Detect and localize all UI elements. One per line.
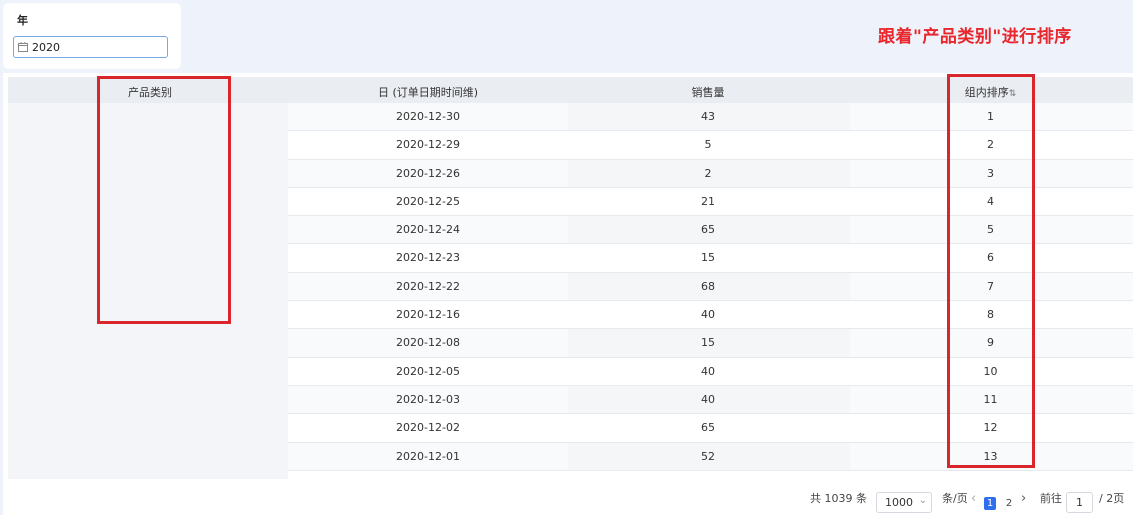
date-cell: 2020-12-25 — [396, 194, 460, 208]
total-count: 共 1039 条 — [810, 492, 867, 505]
quantity-cell: 68 — [701, 279, 715, 293]
page-2-button[interactable]: 2 — [1003, 497, 1015, 510]
per-page-label: 条/页 — [942, 492, 968, 505]
date-cell: 2020-12-05 — [396, 364, 460, 378]
header-quantity[interactable]: 销售量 — [568, 84, 848, 100]
quantity-cell: 40 — [701, 308, 715, 322]
highlight-box-category — [97, 76, 231, 324]
page-size-select[interactable]: 1000 ⌄ — [876, 492, 932, 513]
quantity-cell: 65 — [701, 223, 715, 237]
date-cell: 2020-12-08 — [396, 336, 460, 350]
chevron-down-icon: ⌄ — [918, 495, 927, 506]
quantity-cell: 40 — [701, 392, 715, 406]
year-input[interactable]: 2020 — [13, 36, 168, 58]
page-size-value: 1000 — [885, 496, 913, 509]
quantity-cell: 65 — [701, 421, 715, 435]
goto-label: 前往 — [1040, 492, 1062, 505]
goto-page-input[interactable]: 1 — [1066, 492, 1093, 513]
date-cell: 2020-12-29 — [396, 138, 460, 152]
quantity-cell: 40 — [701, 364, 715, 378]
date-cell: 2020-12-26 — [396, 166, 460, 180]
quantity-cell: 15 — [701, 251, 715, 265]
date-cell: 2020-12-16 — [396, 308, 460, 322]
date-cell: 2020-12-02 — [396, 421, 460, 435]
sort-annotation: 跟着"产品类别"进行排序 — [878, 27, 1072, 47]
quantity-cell: 15 — [701, 336, 715, 350]
page-1-button[interactable]: 1 — [984, 497, 996, 510]
date-cell: 2020-12-22 — [396, 279, 460, 293]
quantity-cell: 2 — [704, 166, 712, 180]
date-cell: 2020-12-30 — [396, 110, 460, 123]
calendar-icon — [18, 42, 28, 52]
header-date[interactable]: 日 (订单日期时间维) — [288, 84, 568, 100]
date-cell: 2020-12-24 — [396, 223, 460, 237]
prev-page-icon[interactable]: ‹ — [971, 491, 976, 513]
date-cell: 2020-12-23 — [396, 251, 460, 265]
quantity-cell: 21 — [701, 194, 715, 208]
quantity-cell: 52 — [701, 449, 715, 463]
year-filter-card: 年 2020 — [3, 3, 181, 69]
filter-title: 年 — [17, 14, 28, 27]
quantity-cell: 5 — [704, 138, 712, 152]
date-cell: 2020-12-03 — [396, 392, 460, 406]
highlight-box-rank — [947, 74, 1035, 468]
total-pages: / 2页 — [1099, 492, 1125, 505]
quantity-cell: 43 — [701, 110, 715, 123]
date-cell: 2020-12-01 — [396, 449, 460, 463]
next-page-icon[interactable]: › — [1021, 491, 1026, 513]
year-input-value: 2020 — [32, 41, 60, 54]
